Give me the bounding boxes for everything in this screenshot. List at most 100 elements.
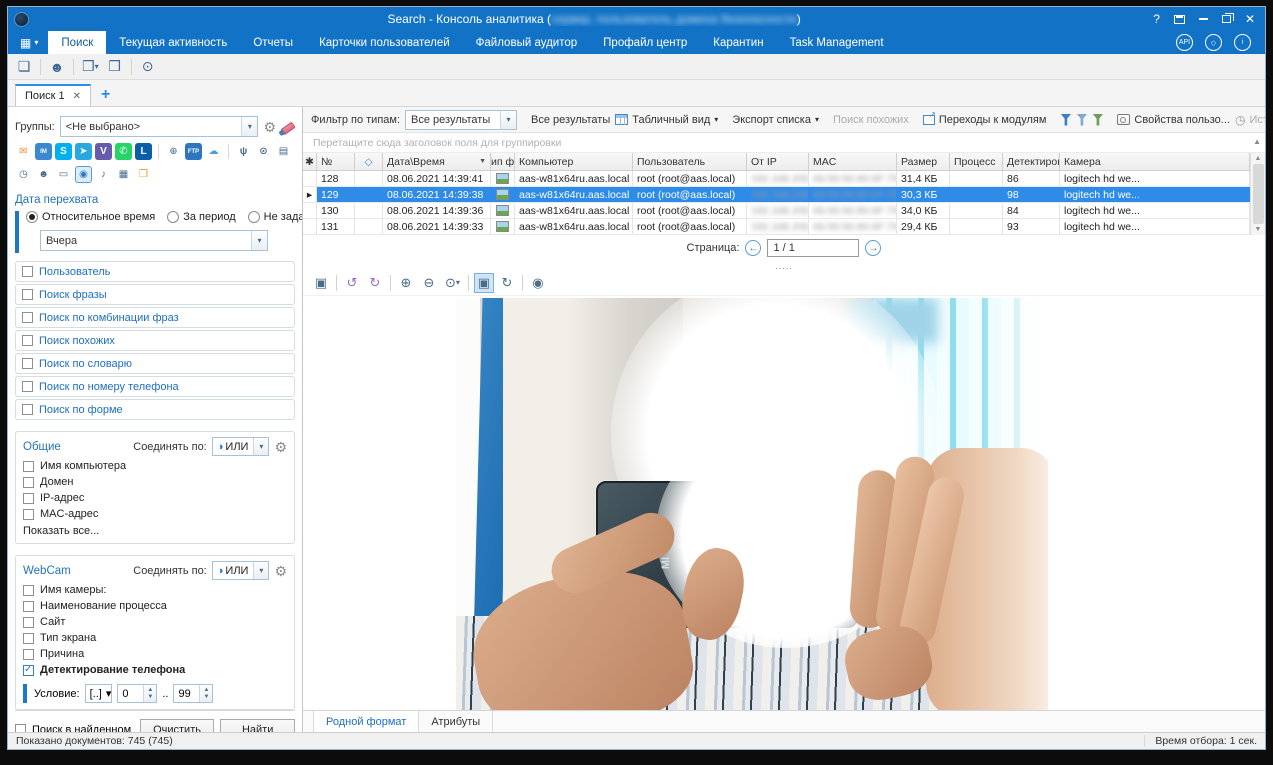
checkbox[interactable] (23, 493, 34, 504)
indicator-column-header[interactable]: ✱ (303, 153, 317, 170)
column-header-5[interactable]: Пользователь (633, 153, 747, 170)
menu-tab-6[interactable]: Профайл центр (590, 31, 700, 54)
all-results-button[interactable]: Все результаты (531, 114, 610, 126)
help-icon[interactable]: ? (1153, 13, 1160, 25)
column-header-3[interactable]: Тип фа (491, 153, 515, 170)
menu-tab-1[interactable]: Поиск (48, 31, 106, 54)
skype-icon[interactable]: S (55, 143, 72, 160)
table-row[interactable]: ▸12908.06.2021 14:39:38aas-w81x64ru.aas.… (303, 187, 1250, 203)
checkbox[interactable] (22, 358, 33, 369)
http-icon[interactable]: ⊕ (165, 143, 182, 160)
history-button[interactable]: ◷История переписки (1235, 113, 1265, 127)
column-header-10[interactable]: Детектирова (1003, 153, 1060, 170)
close-icon[interactable]: ✕ (1245, 13, 1255, 25)
show-all-link[interactable]: Показать все... (23, 525, 287, 537)
folder-export-icon[interactable]: ❒▾ (80, 57, 101, 77)
splitter-handle[interactable]: ..... (303, 261, 1265, 270)
column-header-9[interactable]: Процесс (950, 153, 1003, 170)
menu-tab-3[interactable]: Отчеты (240, 31, 306, 54)
rotate-left-icon[interactable]: ↺ (342, 273, 362, 293)
fit-image-icon[interactable]: ▣ (474, 273, 494, 293)
folder-import-icon[interactable]: ❒ (105, 57, 125, 77)
export-list-button[interactable]: Экспорт списка▾ (732, 114, 819, 126)
menu-tab-8[interactable]: Task Management (777, 31, 897, 54)
monitor-icon[interactable]: ▭ (55, 166, 72, 183)
checkbox[interactable] (22, 266, 33, 277)
column-header-8[interactable]: Размер (897, 153, 950, 170)
checkbox[interactable] (23, 617, 34, 628)
user-activity-icon[interactable]: ☻ (35, 166, 52, 183)
magnifier-icon[interactable]: ⊙▾ (442, 273, 463, 293)
prev-page-button[interactable]: ← (745, 240, 761, 256)
radio-1[interactable] (26, 211, 38, 223)
microphone-icon[interactable]: ♪ (95, 166, 112, 183)
menu-tab-4[interactable]: Карточки пользователей (306, 31, 463, 54)
clear-button[interactable]: Очистить (140, 719, 215, 732)
column-header-4[interactable]: Компьютер (515, 153, 633, 170)
filter-add-icon[interactable] (1092, 114, 1103, 126)
filter-box-1[interactable]: Пользователь (15, 261, 295, 282)
app-menu-button[interactable]: ▦▾ (8, 31, 48, 54)
radio-2[interactable] (167, 211, 179, 223)
menu-tab-7[interactable]: Карантин (700, 31, 776, 54)
gear-icon[interactable]: ⚙ (274, 564, 287, 578)
zoom-out-icon[interactable]: ⊖ (419, 273, 439, 293)
table-view-button[interactable]: Табличный вид▾ (615, 114, 718, 126)
minimize-icon[interactable] (1199, 18, 1208, 20)
checkbox[interactable] (22, 404, 33, 415)
condition-from-spinner[interactable]: 0▲▼ (117, 684, 157, 703)
filter-clear-icon[interactable] (1076, 114, 1087, 126)
spinner-arrows-icon[interactable]: ▲▼ (199, 685, 212, 702)
menu-tab-5[interactable]: Файловый аудитор (463, 31, 591, 54)
condition-operator-select[interactable]: [..]▾ (85, 684, 113, 703)
checkbox[interactable] (22, 289, 33, 300)
whatsapp-icon[interactable]: ✆ (115, 143, 132, 160)
lync-icon[interactable]: L (135, 143, 152, 160)
table-row[interactable]: 12808.06.2021 14:39:41aas-w81x64ru.aas.l… (303, 171, 1250, 187)
info-icon[interactable]: i (1234, 34, 1251, 51)
relative-time-select[interactable]: Вчера▾ (40, 230, 268, 251)
id-search-icon[interactable]: ⊙ (138, 57, 158, 77)
radio-3[interactable] (248, 211, 260, 223)
table-row[interactable]: 13008.06.2021 14:39:36aas-w81x64ru.aas.l… (303, 203, 1250, 219)
restore-icon[interactable] (1222, 15, 1231, 23)
menu-tab-2[interactable]: Текущая активность (106, 31, 240, 54)
column-header-num[interactable]: № (317, 153, 355, 170)
checkbox[interactable] (23, 633, 34, 644)
save-image-icon[interactable]: ▣ (311, 273, 331, 293)
goto-modules-button[interactable]: Переходы к модулям (923, 114, 1047, 126)
checkbox[interactable] (23, 649, 34, 660)
scrollbar-thumb[interactable] (1253, 164, 1264, 224)
zoom-in-icon[interactable]: ⊕ (396, 273, 416, 293)
user-properties-button[interactable]: Свойства пользо... (1117, 114, 1230, 126)
filter-box-7[interactable]: Поиск по форме (15, 399, 295, 420)
viewer-tab-2[interactable]: Атрибуты (419, 711, 493, 732)
tag-icon[interactable]: ◇ (355, 153, 383, 170)
keyboard-icon[interactable]: ▦ (115, 166, 132, 183)
folder-in-icon[interactable]: ❒ (135, 166, 152, 183)
find-button[interactable]: Найти (220, 719, 295, 732)
gear-icon[interactable]: ⚙ (263, 120, 276, 134)
eye-icon[interactable]: ◉ (528, 273, 548, 293)
table-row[interactable]: 13108.06.2021 14:39:33aas-w81x64ru.aas.l… (303, 219, 1250, 235)
tab-close-icon[interactable]: ✕ (73, 91, 81, 102)
checkbox[interactable] (23, 601, 34, 612)
scrollbar-down-icon[interactable]: ▼ (1255, 226, 1262, 233)
viber-icon[interactable]: V (95, 143, 112, 160)
filter-user-icon[interactable] (1060, 114, 1071, 126)
checkbox[interactable] (23, 461, 34, 472)
filter-box-4[interactable]: Поиск похожих (15, 330, 295, 351)
search-in-found-checkbox[interactable] (15, 724, 26, 732)
cloud-icon[interactable]: ☁ (205, 143, 222, 160)
filter-by-type-select[interactable]: Все результаты▾ (405, 110, 517, 130)
table-scrollbar[interactable]: ▲ ▼ (1250, 153, 1265, 235)
rotate-right-icon[interactable]: ↻ (365, 273, 385, 293)
tab-search-1[interactable]: Поиск 1 ✕ (15, 84, 91, 106)
api-icon[interactable]: API (1176, 34, 1193, 51)
modules-package-icon[interactable]: ◇ (1205, 34, 1222, 51)
checkbox[interactable] (23, 665, 34, 676)
groups-select[interactable]: <Не выбрано>▾ (60, 116, 259, 137)
column-header-6[interactable]: От IP (747, 153, 809, 170)
checkbox[interactable] (22, 335, 33, 346)
search-similar-button[interactable]: Поиск похожих (833, 114, 909, 126)
